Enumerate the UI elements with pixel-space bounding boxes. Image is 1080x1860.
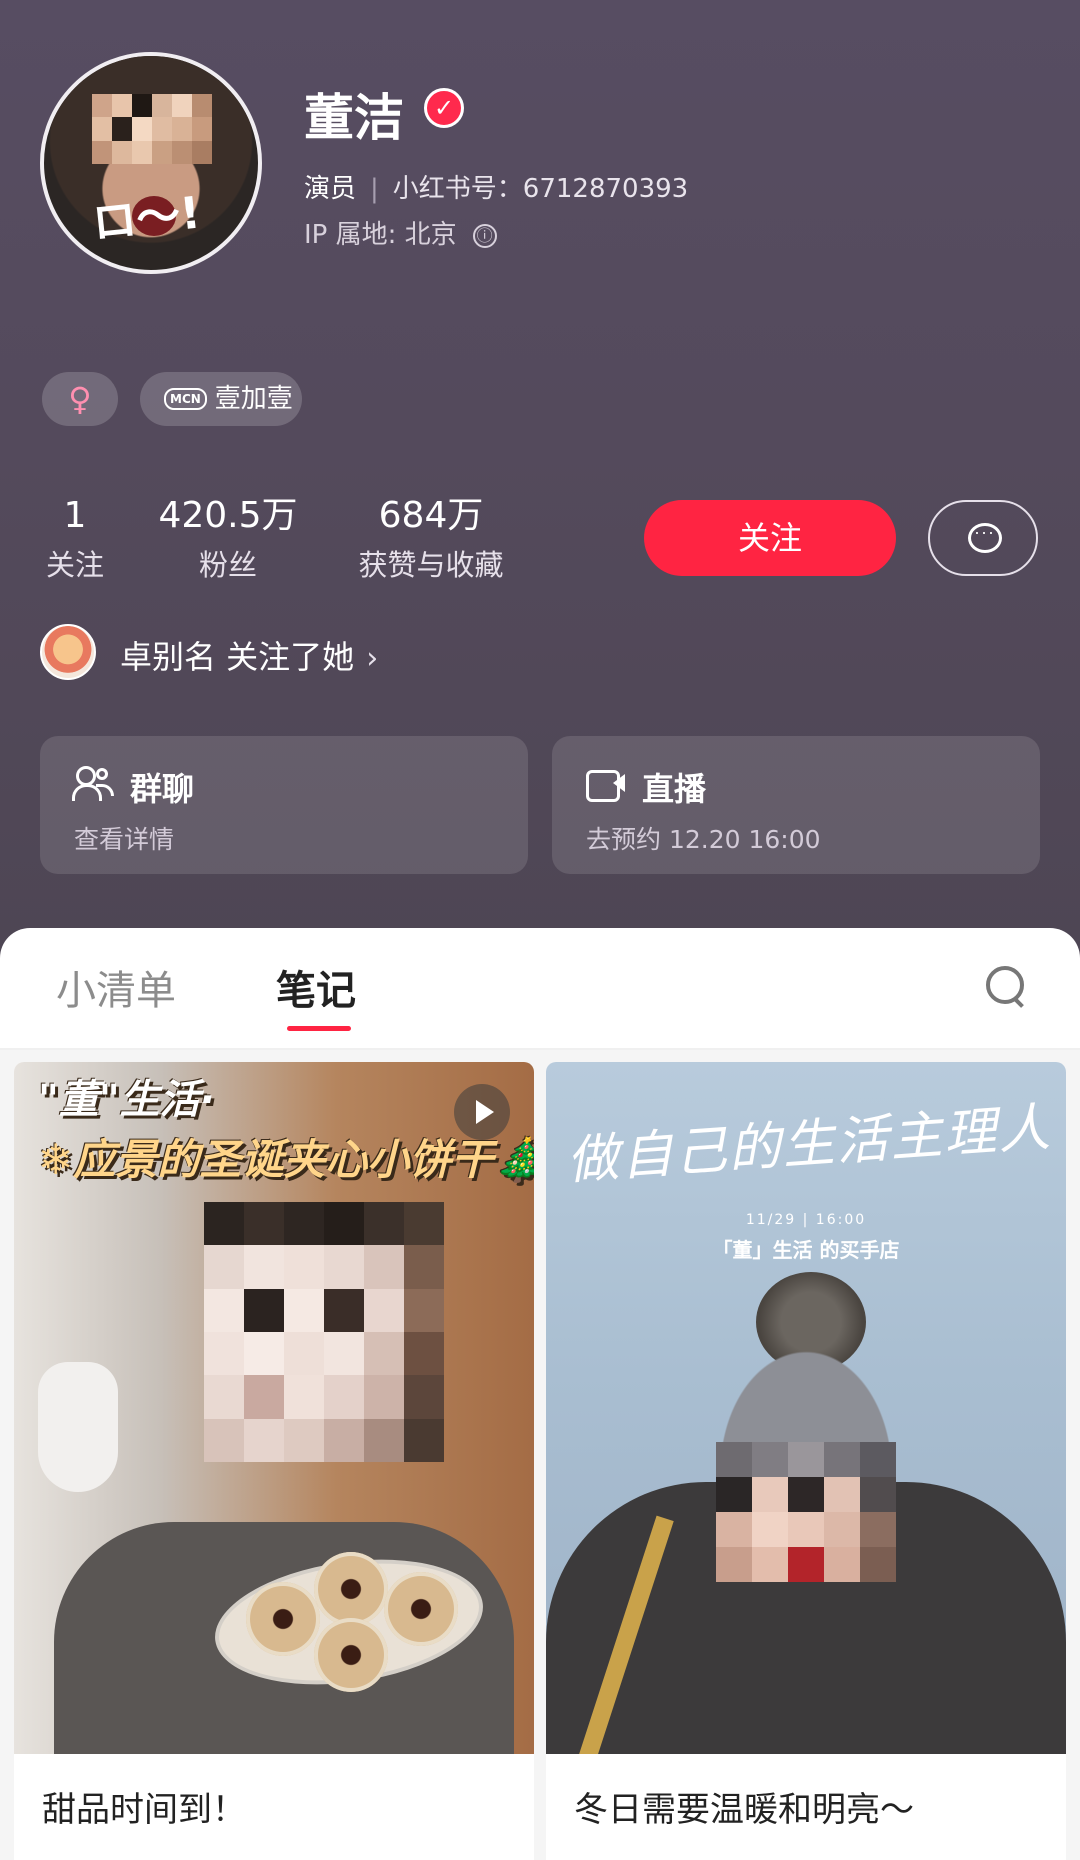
mcn-name: 壹加壹 [214,384,293,414]
live-title: 直播 [642,770,707,808]
play-icon[interactable] [454,1084,510,1140]
cover-shop: 「董」生活 的买手店 [712,1238,900,1262]
people-icon [72,764,114,802]
group-chat-card[interactable]: 群聊 查看详情 [40,736,528,874]
mcn-tag[interactable]: MCN 壹加壹 [140,372,302,426]
stat-following-label: 关注 [45,548,104,582]
female-icon: ♀ [68,380,92,418]
avatar[interactable]: ロ〜! [40,52,262,274]
video-camera-icon [586,764,626,802]
follow-button[interactable]: 关注 [644,500,896,576]
avatar-mosaic [92,94,212,164]
stat-fans-value: 420.5万 [158,495,298,536]
chat-bubble-icon [968,522,1002,553]
followed-by-label: 卓别名 关注了她 [120,638,355,676]
stat-likes-value: 684万 [378,495,484,536]
cover-date: 11/29 | 16:00 [745,1212,867,1228]
tab-notes[interactable]: 笔记 [276,958,356,1016]
follower-avatar [40,624,96,680]
stat-fans[interactable]: 420.5万 粉丝 [150,494,306,586]
verified-icon: ✓ [424,88,464,128]
cover-caption-line2: ❄应景的圣诞夹心小饼干🎄 [38,1135,534,1184]
group-chat-title: 群聊 [130,770,195,808]
avatar-scribble: ロ〜! [90,187,203,250]
post-title[interactable]: 甜品时间到！ [42,1782,246,1831]
post-card[interactable]: "董"生活· ❄应景的圣诞夹心小饼干🎄 甜品时间到！ [14,1062,534,1860]
profile-name: 董洁 [304,89,404,147]
stat-following[interactable]: 1 关注 [40,494,110,586]
live-card[interactable]: 直播 去预约 12.20 16:00 [552,736,1040,874]
post-cover[interactable]: "董"生活· ❄应景的圣诞夹心小饼干🎄 [14,1062,534,1754]
profile-meta: 演员 | 小红书号：6712870393 [304,168,688,205]
vase-image [38,1362,118,1492]
ip-label: IP 属地: 北京 [304,220,457,250]
cookie [246,1582,320,1656]
mcn-icon: MCN [164,388,207,410]
face-mosaic [204,1202,444,1462]
stat-likes[interactable]: 684万 获赞与收藏 [346,494,516,586]
message-button[interactable] [928,500,1038,576]
cover-handwriting: 做自己的生活主理人 [564,1097,1054,1192]
cookie [384,1572,458,1646]
profile-header: ロ〜! 董洁 ✓ 演员 | 小红书号：6712870393 IP 属地: 北京 ⓘ ♀… [0,0,1080,960]
stat-likes-label: 获赞与收藏 [358,548,504,582]
gender-tag: ♀ [42,372,118,426]
cookie [314,1618,388,1692]
ip-location: IP 属地: 北京 ⓘ [304,214,497,251]
search-icon[interactable] [986,966,1026,1006]
followed-by-text: 卓别名 关注了她 › [120,632,378,678]
post-title[interactable]: 冬日需要温暖和明亮～ [574,1782,914,1831]
post-cover[interactable]: 做自己的生活主理人 11/29 | 16:00 「董」生活 的买手店 [546,1062,1066,1754]
meta-separator: | [370,174,379,204]
active-tab-indicator [287,1026,351,1031]
group-chat-subtitle: 查看详情 [74,825,175,854]
stat-fans-label: 粉丝 [198,548,257,582]
info-icon[interactable]: ⓘ [472,224,497,248]
tab-list[interactable]: 小清单 [56,958,176,1016]
id-label: 小红书号： [392,174,523,204]
chevron-right-icon: › [366,641,379,676]
cookie [314,1552,388,1626]
face-mosaic [716,1442,896,1582]
stat-following-value: 1 [63,495,87,536]
profile-role: 演员 [304,174,357,204]
live-subtitle: 去预约 12.20 16:00 [586,825,821,854]
post-card[interactable]: 做自己的生活主理人 11/29 | 16:00 「董」生活 的买手店 冬日需要温… [546,1062,1066,1860]
id-value[interactable]: 6712870393 [523,174,688,204]
